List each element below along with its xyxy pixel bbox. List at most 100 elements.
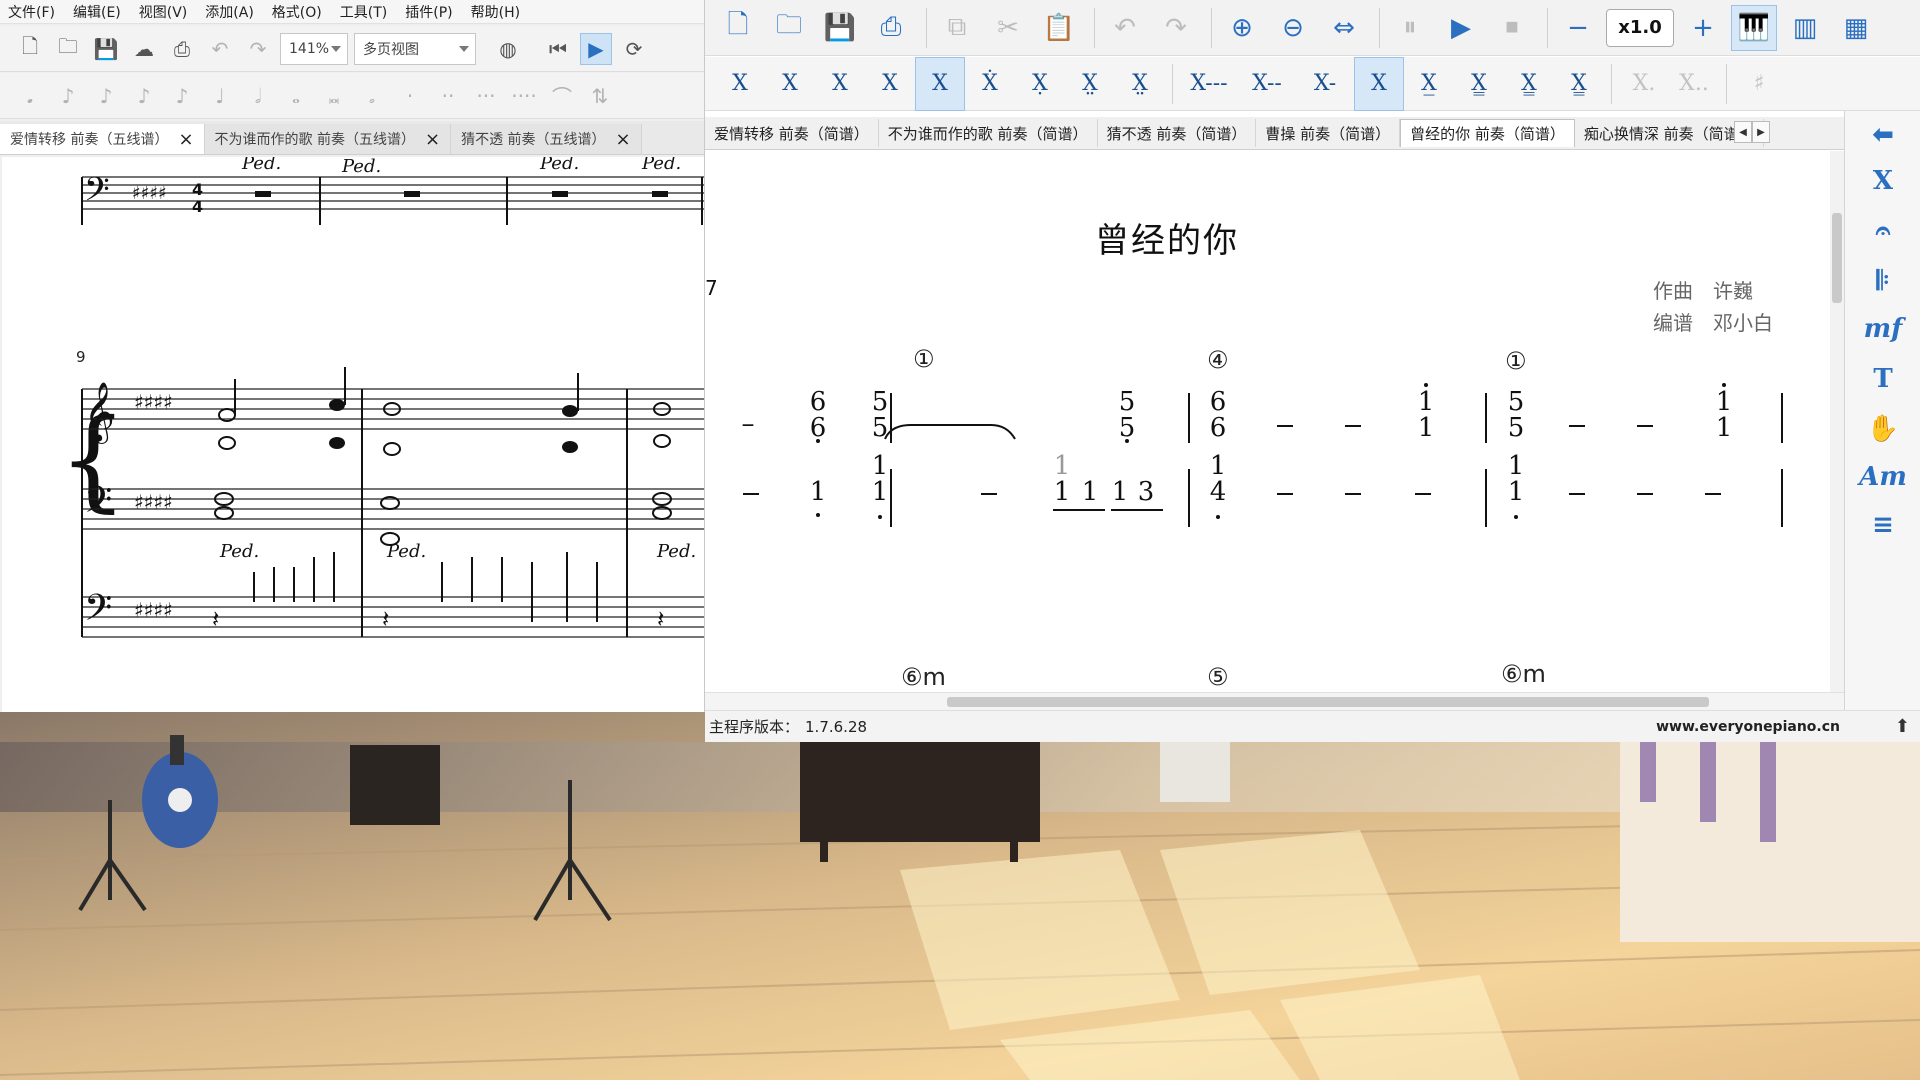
octave-down-3-button[interactable]: X̤ — [1115, 57, 1165, 111]
tab-jianpu-3[interactable]: 曹操 前奏（简谱） — [1256, 119, 1401, 147]
open-folder-icon[interactable]: 🗀 — [766, 5, 812, 51]
play-icon[interactable]: ▶ — [580, 32, 612, 65]
close-icon[interactable]: × — [425, 129, 440, 150]
rewind-icon[interactable]: ⏮ — [542, 33, 574, 65]
whole-note-button[interactable]: X--- — [1180, 57, 1238, 111]
redo-icon[interactable]: ↷ — [1153, 5, 1199, 51]
dot-icon[interactable]: · — [394, 80, 426, 112]
note-16th-icon[interactable]: ♪ — [128, 80, 160, 112]
tab-jianpu-4[interactable]: 曾经的你 前奏（简谱） — [1400, 119, 1575, 147]
octave-up-1-button[interactable]: Ẋ — [965, 57, 1015, 111]
equalizer-icon[interactable]: ▥ — [1782, 5, 1828, 51]
vertical-scroll-thumb[interactable] — [1832, 213, 1842, 303]
text-tool-icon[interactable]: T — [1859, 357, 1907, 401]
redo-icon[interactable]: ↷ — [242, 33, 274, 65]
duration-quarter-button[interactable]: X — [915, 56, 965, 111]
note-input-icon[interactable]: 𝅘 — [14, 80, 46, 112]
tab-scroll-right-icon[interactable]: ▶ — [1752, 121, 1770, 143]
note-half-icon[interactable]: 𝅗𝅥 — [242, 80, 274, 112]
octave-down-2-button[interactable]: X̤ — [1065, 57, 1115, 111]
fermata-icon[interactable]: 𝄐 — [1859, 209, 1907, 253]
tab-jianpu-2[interactable]: 猜不透 前奏（简谱） — [1098, 119, 1257, 147]
flip-icon[interactable]: ⇅ — [584, 80, 616, 112]
menu-edit[interactable]: 编辑(E) — [73, 2, 121, 22]
jianpu-score-canvas[interactable]: 曾经的你 作曲 许巍 编谱 邓小白 7 ① ④ ① – 6 6 5 5 5 5 … — [705, 151, 1830, 692]
open-folder-icon[interactable]: 🗀 — [52, 33, 84, 65]
sixtyfourth-note-button[interactable]: X̳ — [1554, 57, 1604, 111]
note-32nd-icon[interactable]: ♪ — [90, 80, 122, 112]
duration-64th-button[interactable]: X — [715, 57, 765, 111]
staff-score-canvas[interactable]: 𝄢 ♯♯♯♯ 4 4 Ped. Ped. Ped. Ped. 9 {𝄞 ♯♯♯… — [2, 153, 704, 712]
tab-scroll-left-icon[interactable]: ◀ — [1734, 121, 1752, 143]
quarter-note-button[interactable]: X — [1354, 56, 1404, 111]
tie-icon[interactable]: ⌒ — [546, 80, 578, 112]
menu-view[interactable]: 视图(V) — [139, 2, 188, 22]
view-mode-select[interactable]: 多页视图 — [354, 32, 476, 65]
undo-icon[interactable]: ↶ — [204, 33, 236, 65]
menu-format[interactable]: 格式(O) — [272, 2, 322, 22]
octave-down-1-button[interactable]: X̣ — [1015, 57, 1065, 111]
palette-icon[interactable]: ◍ — [492, 33, 524, 65]
score-settings-icon[interactable]: ▦ — [1833, 5, 1879, 51]
zoom-select[interactable]: 141% — [280, 32, 348, 65]
undo-icon[interactable]: ↶ — [1102, 5, 1148, 51]
tab-score-2[interactable]: 猜不透 前奏（五线谱） × — [451, 124, 642, 154]
cut-icon[interactable]: ✂ — [985, 5, 1031, 51]
eighth-note-button[interactable]: X̲ — [1404, 57, 1454, 111]
note-tool-icon[interactable]: X — [1859, 159, 1907, 203]
speed-down-icon[interactable]: − — [1555, 5, 1601, 51]
note-64th-icon[interactable]: ♪ — [52, 80, 84, 112]
fingering-hand-icon[interactable]: ✋ — [1859, 407, 1907, 451]
sharp-button[interactable]: ♯ — [1734, 57, 1784, 111]
paste-icon[interactable]: 📋 — [1036, 5, 1082, 51]
note-long-icon[interactable]: 𝅗 — [356, 80, 388, 112]
half-note-button[interactable]: X- — [1296, 57, 1354, 111]
close-icon[interactable]: × — [178, 129, 193, 150]
back-arrow-icon[interactable]: ⬅ — [1859, 113, 1907, 157]
repeat-icon[interactable]: 𝄆 — [1859, 259, 1907, 303]
double-dot-icon[interactable]: ·· — [432, 80, 464, 112]
new-file-icon[interactable]: 🗋 — [715, 5, 761, 51]
note-quarter-icon[interactable]: ♩ — [204, 80, 236, 112]
up-arrow-icon[interactable]: ⬆ — [1895, 716, 1910, 737]
stop-icon[interactable]: ⏹ — [1489, 5, 1535, 51]
zoom-in-icon[interactable]: ⊕ — [1219, 5, 1265, 51]
close-icon[interactable]: × — [616, 129, 631, 150]
print-icon[interactable]: ⎙ — [868, 5, 914, 51]
menu-plugins[interactable]: 插件(P) — [405, 2, 452, 22]
menu-file[interactable]: 文件(F) — [8, 2, 55, 22]
tab-score-1[interactable]: 不为谁而作的歌 前奏（五线谱） × — [204, 124, 452, 154]
sixteenth-note-button[interactable]: X̳ — [1454, 57, 1504, 111]
dotted-half-button[interactable]: X-- — [1238, 57, 1296, 111]
dotted-button[interactable]: X. — [1619, 57, 1669, 111]
new-file-icon[interactable]: 🗋 — [14, 33, 46, 65]
piano-keyboard-icon[interactable]: 🎹 — [1731, 4, 1777, 51]
cloud-upload-icon[interactable]: ☁ — [128, 33, 160, 65]
duration-8th-button[interactable]: X — [865, 57, 915, 111]
menu-tools[interactable]: 工具(T) — [340, 2, 387, 22]
duration-32nd-button[interactable]: X — [765, 57, 815, 111]
note-whole-icon[interactable]: 𝅝 — [280, 80, 312, 112]
note-breve-icon[interactable]: 𝅜 — [318, 80, 350, 112]
horizontal-scrollbar[interactable] — [705, 692, 1844, 710]
thirtysecond-note-button[interactable]: X̳ — [1504, 57, 1554, 111]
quad-dot-icon[interactable]: ···· — [508, 80, 540, 112]
tab-jianpu-1[interactable]: 不为谁而作的歌 前奏（简谱） — [879, 119, 1098, 147]
menu-help[interactable]: 帮助(H) — [471, 2, 520, 22]
fit-page-icon[interactable]: ⇔ — [1321, 5, 1367, 51]
save-icon[interactable]: 💾 — [817, 5, 863, 51]
save-icon[interactable]: 💾 — [90, 33, 122, 65]
vertical-scrollbar[interactable] — [1830, 151, 1844, 692]
pause-icon[interactable]: ⏸ — [1387, 5, 1433, 51]
loop-icon[interactable]: ⟳ — [618, 33, 650, 65]
dynamics-icon[interactable]: mf — [1859, 307, 1907, 351]
tab-jianpu-0[interactable]: 爱情转移 前奏（简谱） — [705, 119, 879, 147]
copy-icon[interactable]: ⧉ — [934, 5, 980, 51]
play-icon[interactable]: ▶ — [1438, 5, 1484, 51]
chord-tool-icon[interactable]: Am — [1859, 455, 1907, 499]
speed-up-icon[interactable]: + — [1680, 5, 1726, 51]
lyrics-tool-icon[interactable]: ≡ — [1859, 503, 1907, 547]
print-icon[interactable]: ⎙ — [166, 33, 198, 65]
zoom-out-icon[interactable]: ⊖ — [1270, 5, 1316, 51]
double-dotted-button[interactable]: X.. — [1669, 57, 1719, 111]
